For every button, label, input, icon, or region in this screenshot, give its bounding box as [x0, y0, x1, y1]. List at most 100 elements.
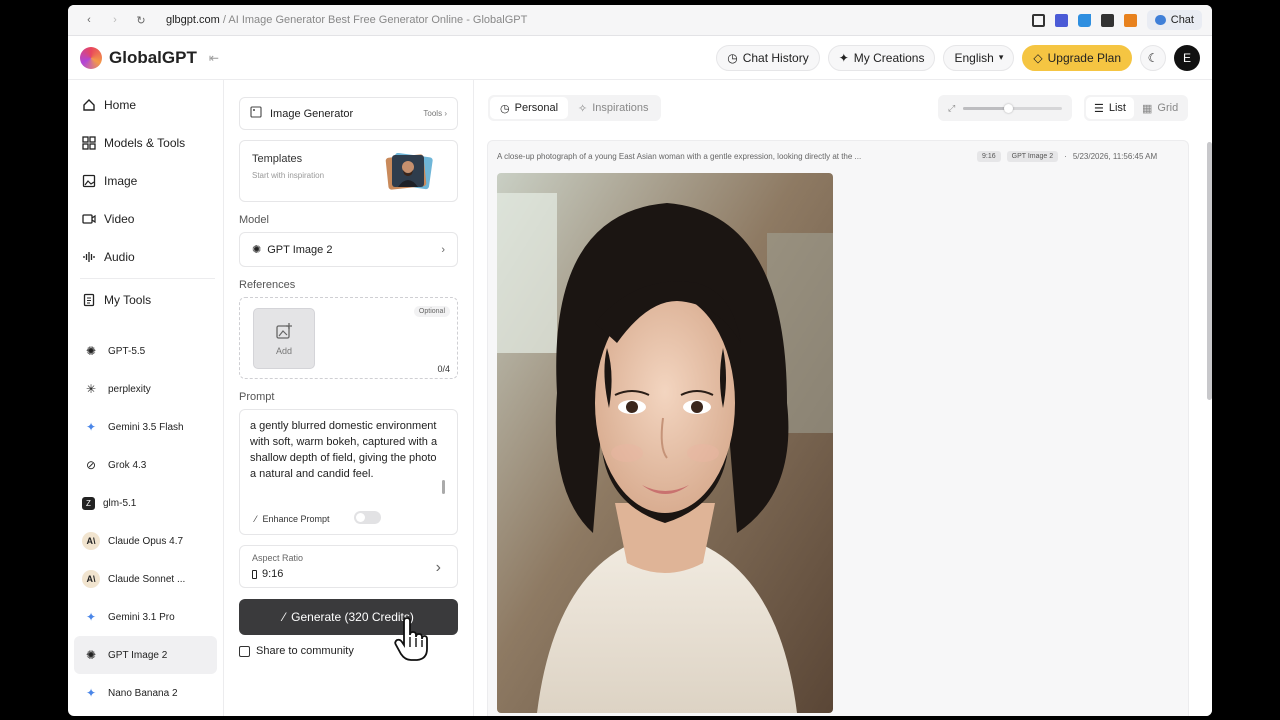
clock-icon: ◷: [500, 102, 510, 115]
sidebar-item-my-tools[interactable]: My Tools: [74, 281, 217, 319]
templates-card[interactable]: Templates Start with inspiration: [239, 140, 458, 202]
sidebar-item-home[interactable]: Home: [74, 86, 217, 124]
sidebar: Home Models & Tools Image Video Audio My…: [68, 80, 224, 716]
address-bar[interactable]: glbgpt.com / AI Image Generator Best Fre…: [166, 14, 527, 26]
anthropic-icon: A\: [82, 532, 100, 550]
sidebar-model-gpt-5-5[interactable]: ✺ GPT-5.5: [74, 332, 217, 370]
save-extension-icon[interactable]: [1100, 13, 1114, 27]
my-creations-button[interactable]: ✦ My Creations: [827, 44, 936, 71]
model-select[interactable]: ✺ GPT Image 2 ›: [239, 232, 458, 267]
chevron-right-icon: ›: [441, 243, 445, 256]
sidebar-model-gemini-3-5-flash[interactable]: ✦ Gemini 3.5 Flash: [74, 408, 217, 446]
chat-history-button[interactable]: ◷ Chat History: [716, 44, 820, 71]
magic-wand-icon: ⁄: [255, 514, 257, 524]
portrait-ratio-icon: [252, 569, 257, 579]
sidebar-model-claude-sonnet[interactable]: A\ Claude Sonnet ...: [74, 560, 217, 598]
grid-icon: ▦: [1142, 102, 1153, 115]
share-checkbox[interactable]: [239, 645, 250, 657]
hand-pointer-icon: [394, 617, 428, 661]
extensions-bar: Chat: [1031, 10, 1202, 30]
share-label: Share to community: [256, 645, 354, 657]
expand-icon: ⤢: [948, 102, 956, 113]
sidebar-item-label: Audio: [104, 250, 135, 264]
sidebar-model-label: Gemini 3.1 Pro: [108, 611, 175, 623]
back-icon[interactable]: ‹: [78, 9, 100, 31]
chevron-down-icon: ▾: [998, 52, 1004, 62]
chat-extension-button[interactable]: Chat: [1146, 10, 1202, 30]
history-icon: ◷: [727, 50, 738, 65]
openai-icon: ✺: [252, 244, 262, 256]
prompt-field[interactable]: a gently blurred domestic environment wi…: [239, 409, 458, 535]
chevron-right-icon: ›: [444, 109, 447, 118]
theme-toggle[interactable]: ☾: [1140, 44, 1166, 71]
glm-icon: Z: [82, 496, 95, 510]
moon-icon: ☾: [1147, 50, 1159, 65]
zoom-handle[interactable]: [1003, 103, 1013, 113]
sidebar-model-label: Claude Opus 4.7: [108, 535, 184, 547]
grok-icon: ⊘: [85, 458, 97, 472]
grid-view-label: Grid: [1157, 102, 1179, 114]
sidebar-model-claude-opus-4-7[interactable]: A\ Claude Opus 4.7: [74, 522, 217, 560]
add-image-icon: [276, 322, 292, 339]
aspect-ratio-value: 9:16: [262, 568, 284, 580]
tab-inspirations[interactable]: ✧ Inspirations: [568, 97, 658, 119]
forward-icon[interactable]: ›: [104, 9, 126, 31]
sidebar-model-gemini-3-1-pro[interactable]: ✦ Gemini 3.1 Pro: [74, 598, 217, 636]
brand-logo[interactable]: GlobalGPT: [80, 46, 197, 69]
url-host: glbgpt.com: [166, 14, 220, 26]
sidebar-model-label: glm-5.1: [103, 497, 137, 509]
tools-link[interactable]: Tools ›: [423, 109, 447, 118]
sidebar-item-audio[interactable]: Audio: [74, 238, 217, 276]
qr-extension-icon[interactable]: [1031, 13, 1045, 27]
sidebar-model-nano-banana-2[interactable]: ✦ Nano Banana 2: [74, 674, 217, 712]
grid-view-button[interactable]: ▦ Grid: [1134, 97, 1186, 119]
sidebar-item-label: Models & Tools: [104, 136, 186, 150]
aspect-ratio-value-group: 9:16: [252, 568, 445, 580]
metamask-extension-icon[interactable]: [1123, 13, 1137, 27]
language-select[interactable]: English ▾: [943, 44, 1015, 71]
enhance-prompt-toggle[interactable]: [354, 511, 381, 524]
avatar[interactable]: E: [1174, 44, 1200, 71]
generated-image[interactable]: [497, 173, 833, 713]
prompt-scrollbar[interactable]: [442, 480, 445, 494]
zoom-fill: [963, 106, 1008, 110]
sidebar-item-label: Video: [104, 212, 135, 226]
sidebar-model-glm-5-1[interactable]: Z glm-5.1: [74, 484, 217, 522]
result-prompt-preview[interactable]: A close-up photograph of a young East As…: [497, 152, 971, 161]
sidebar-item-video[interactable]: Video: [74, 200, 217, 238]
collapse-sidebar-icon[interactable]: ⇤: [209, 51, 219, 65]
tag-extension-icon[interactable]: [1077, 13, 1091, 27]
sparkle-icon: ✧: [578, 102, 588, 115]
diamond-icon: ◇: [1033, 50, 1043, 65]
sidebar-item-image[interactable]: Image: [74, 162, 217, 200]
sidebar-model-gpt-image-2[interactable]: ✺ GPT Image 2: [74, 636, 217, 674]
translate-extension-icon[interactable]: [1054, 13, 1068, 27]
upgrade-plan-button[interactable]: ◇ Upgrade Plan: [1022, 44, 1132, 71]
zoom-slider[interactable]: ⤢: [938, 95, 1072, 121]
generator-panel: Image Generator Tools › Templates Start …: [224, 80, 474, 716]
aspect-ratio-select[interactable]: Aspect Ratio 9:16 ›: [239, 545, 458, 588]
language-label: English: [954, 50, 994, 65]
sidebar-model-label: perplexity: [108, 383, 151, 395]
references-dropzone[interactable]: Add Optional 0/4: [239, 297, 458, 379]
image-icon: [250, 106, 262, 121]
zoom-track[interactable]: [963, 103, 1062, 113]
chat-history-label: Chat History: [742, 50, 809, 65]
add-reference-button[interactable]: Add: [253, 308, 315, 369]
sidebar-model-grok-4-3[interactable]: ⊘ Grok 4.3: [74, 446, 217, 484]
optional-badge: Optional: [413, 306, 450, 317]
prompt-section-label: Prompt: [239, 391, 275, 403]
home-icon: [82, 98, 96, 112]
upgrade-label: Upgrade Plan: [1047, 50, 1121, 65]
tab-personal[interactable]: ◷ Personal: [490, 97, 569, 119]
sidebar-model-perplexity[interactable]: ✳ perplexity: [74, 370, 217, 408]
prompt-text[interactable]: a gently blurred domestic environment wi…: [250, 418, 440, 500]
results-tabs: ◷ Personal ✧ Inspirations: [488, 95, 661, 121]
sidebar-divider: [80, 278, 215, 279]
results-scrollbar[interactable]: [1207, 142, 1212, 400]
reload-icon[interactable]: ↻: [130, 9, 152, 31]
image-generator-selector[interactable]: Image Generator Tools ›: [239, 97, 458, 130]
list-view-button[interactable]: ☰ List: [1086, 97, 1134, 119]
brand-name: GlobalGPT: [109, 47, 197, 67]
sidebar-item-models-tools[interactable]: Models & Tools: [74, 124, 217, 162]
